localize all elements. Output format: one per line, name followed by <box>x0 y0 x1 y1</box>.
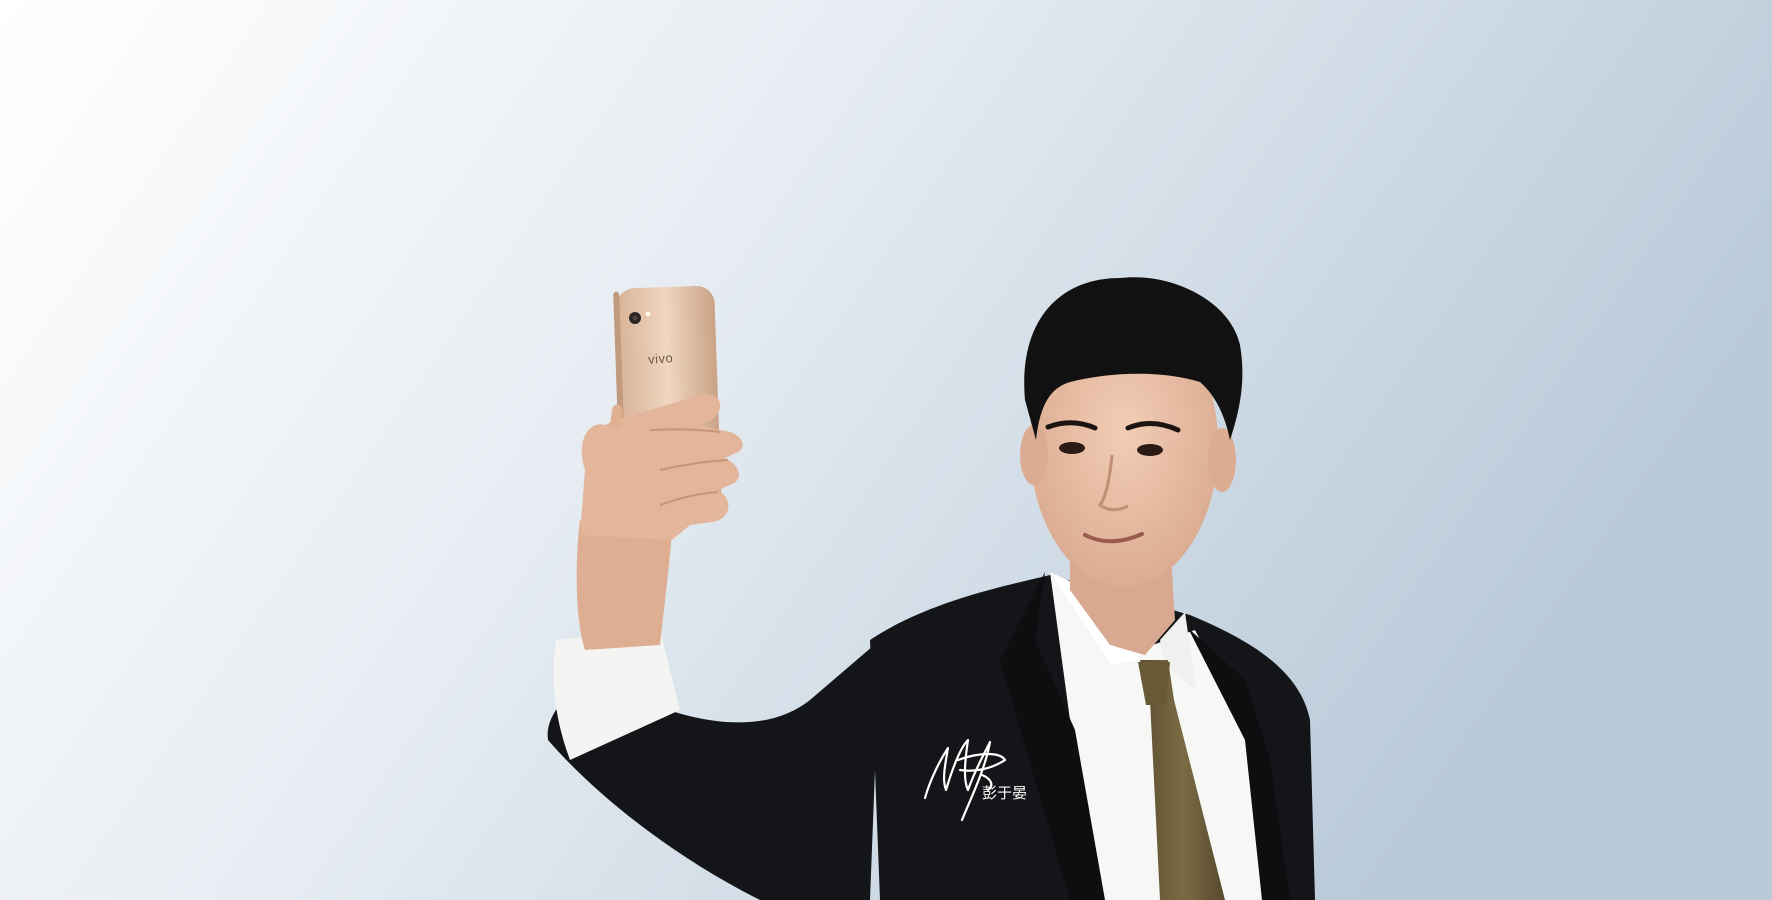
advertisement-photo: vivo 彭于晏 <box>0 0 1772 900</box>
wrist <box>576 520 672 650</box>
camera-lens-inner <box>632 315 638 321</box>
photo-illustration <box>0 0 1772 900</box>
right-eye <box>1137 444 1163 456</box>
left-eye <box>1059 442 1085 454</box>
flash-icon <box>645 311 651 317</box>
phone-brand-logo: vivo <box>647 350 674 367</box>
left-ear <box>1020 425 1048 485</box>
right-ear <box>1208 428 1236 492</box>
signature-name: 彭于晏 <box>982 784 1028 802</box>
